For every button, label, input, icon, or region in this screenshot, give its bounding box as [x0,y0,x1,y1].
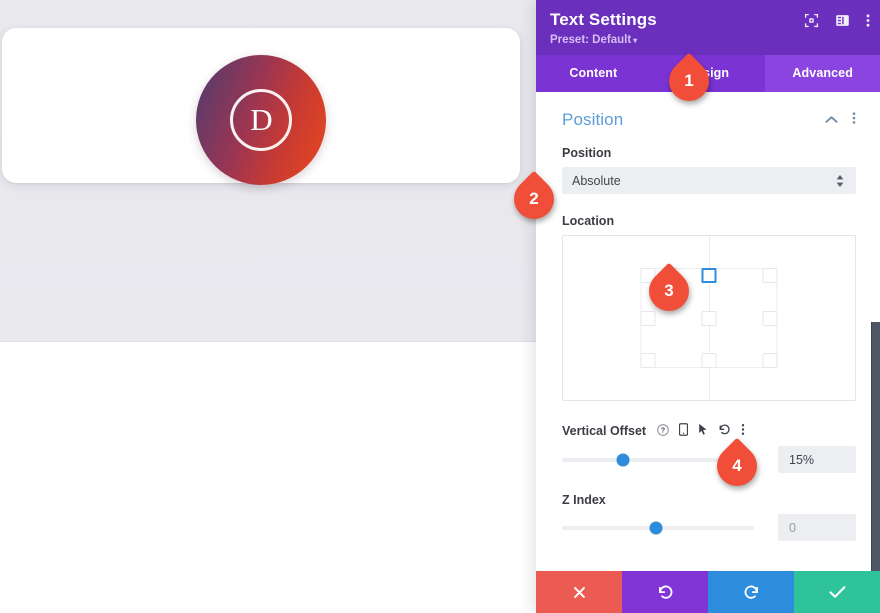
z-index-slider[interactable] [562,521,754,535]
location-bottom-right-anchor[interactable] [732,335,778,369]
svg-text:?: ? [661,426,666,435]
panel-scrollbar[interactable] [871,322,880,571]
marker-number: 2 [529,189,539,208]
layout-panel-icon[interactable] [835,13,850,33]
select-arrows-icon [836,174,844,187]
divi-logo-ring: D [230,89,292,151]
vertical-offset-control: 15% [562,446,856,474]
location-bottom-left-anchor[interactable] [640,335,687,369]
undo-button[interactable] [622,571,708,613]
section-title: Position [562,110,624,130]
chevron-up-icon[interactable] [825,111,838,129]
z-index-value[interactable]: 0 [778,514,856,542]
vertical-offset-label-text: Vertical Offset [562,424,647,439]
more-vertical-icon[interactable] [866,13,870,33]
location-bottom-center-anchor[interactable] [687,335,732,369]
vertical-offset-icons: ? [657,423,745,439]
vertical-offset-field-label: Vertical Offset ? [562,423,856,439]
tab-advanced[interactable]: Advanced [765,55,880,93]
chevron-down-icon: ▾ [633,36,638,46]
panel-body: Position Position Absolute Location Vert… [536,92,880,571]
focus-icon[interactable] [804,13,819,33]
location-picker[interactable] [562,235,856,402]
redo-button[interactable] [708,571,794,613]
more-vertical-icon[interactable] [741,423,745,439]
redo-icon [744,585,758,599]
location-field-label: Location [562,214,856,228]
callout-marker-2: 2 [505,170,563,228]
discard-button[interactable] [536,571,622,613]
divi-logo-letter: D [250,101,273,137]
callout-marker-1: 1 [660,52,718,110]
help-icon[interactable]: ? [657,424,669,439]
marker-number: 3 [664,281,674,300]
callout-marker-3: 3 [640,262,698,320]
location-top-right-anchor[interactable] [732,268,778,302]
more-vertical-icon[interactable] [852,111,856,130]
position-select[interactable]: Absolute [562,167,856,195]
location-middle-right-anchor[interactable] [732,302,778,335]
reset-icon[interactable] [718,423,731,439]
preset-label: Preset: Default [550,34,632,47]
marker-number: 1 [684,71,694,90]
callout-marker-4: 4 [708,437,766,495]
hover-cursor-icon[interactable] [698,423,708,439]
position-section-header: Position [562,110,856,130]
panel-header-icons [804,13,870,33]
visual-builder-canvas: D [0,0,536,613]
z-index-slider-handle[interactable] [649,521,663,535]
tab-content[interactable]: Content [536,55,651,92]
preset-selector[interactable]: Preset: Default ▾ [550,34,866,46]
position-label-text: Position [562,146,612,161]
close-icon [573,586,585,598]
location-label-text: Location [562,214,615,229]
marker-number: 4 [732,456,742,475]
z-index-field-label: Z Index [562,493,856,507]
responsive-mobile-icon[interactable] [679,423,689,439]
z-index-control: 0 [562,514,856,542]
divi-logo: D [196,55,326,185]
panel-header: Text Settings Preset: Default ▾ [536,0,880,56]
vertical-offset-slider-handle[interactable] [616,453,630,467]
save-button[interactable] [794,571,880,613]
panel-footer [536,571,880,613]
position-field-label: Position [562,146,856,160]
position-select-value: Absolute [572,173,621,188]
check-icon [828,586,845,598]
z-index-label-text: Z Index [562,493,606,508]
vertical-offset-value[interactable]: 15% [778,446,856,474]
undo-icon [658,585,672,599]
